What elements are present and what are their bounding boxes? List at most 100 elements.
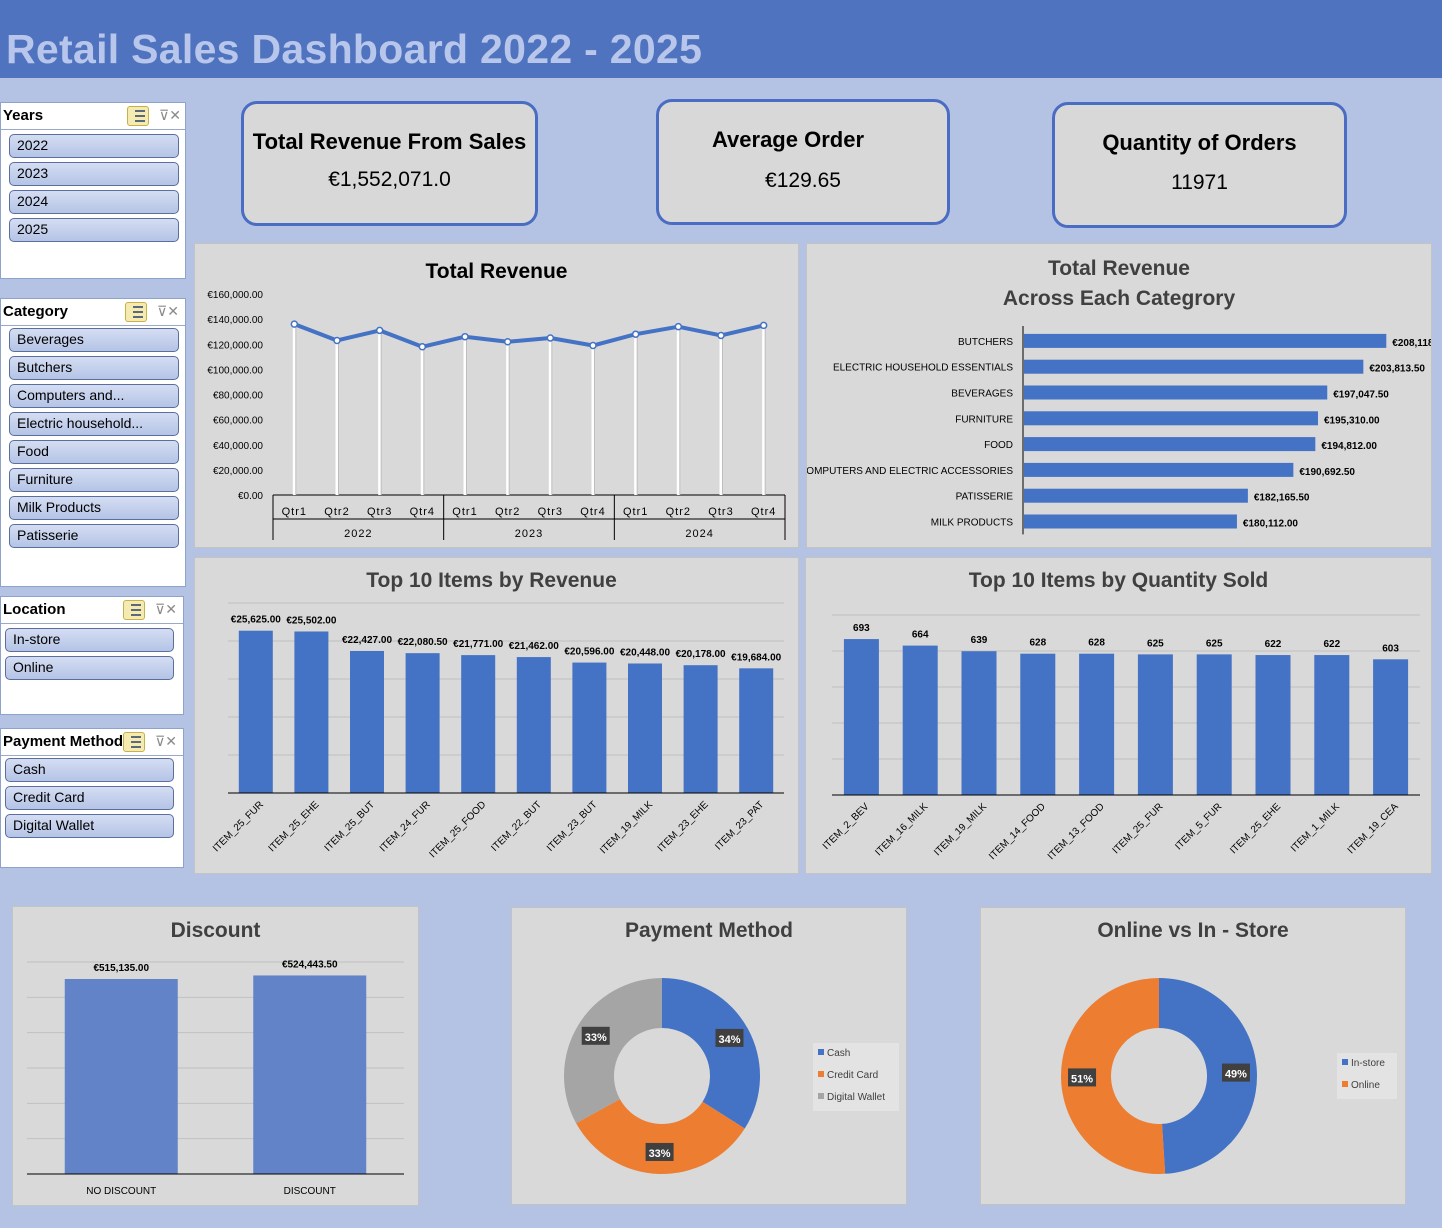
slicer-years-title: Years: [3, 107, 44, 124]
bar-item-25-fur: [238, 630, 273, 793]
data-point: [631, 330, 640, 338]
data-label: 603: [1382, 643, 1399, 654]
data-label: €180,112.00: [1243, 519, 1298, 530]
slicer-category-item[interactable]: Patisserie: [9, 524, 179, 548]
y-tick-label: €120,000.00: [207, 340, 263, 351]
multi-select-icon[interactable]: [127, 106, 149, 126]
dashboard-header: Retail Sales Dashboard 2022 - 2025: [0, 0, 1442, 78]
data-label: €190,692.50: [1299, 467, 1355, 478]
category-label: ITEM_23_PAT: [713, 799, 766, 852]
multi-select-icon[interactable]: [123, 732, 145, 752]
panel-top10-quantity: Top 10 Items by Quantity Sold 693 ITEM_2_…: [805, 557, 1432, 874]
bar-item-2-bev: [843, 639, 879, 795]
bar-beverages: [1024, 385, 1328, 400]
data-label: €524,443.50: [282, 959, 338, 970]
data-label: €21,462.00: [509, 641, 559, 652]
slicer-payment-item[interactable]: Credit Card: [5, 786, 174, 810]
slicer-payment-item[interactable]: Digital Wallet: [5, 814, 174, 838]
kpi-revenue-value: €1,552,071.0: [328, 168, 451, 191]
x-tick-label: Qtr2: [324, 506, 349, 518]
data-label: 625: [1206, 638, 1223, 649]
bar-item-25-but: [350, 650, 384, 793]
bar-item-1-milk: [1314, 655, 1350, 795]
y-tick-label: €20,000.00: [213, 466, 263, 477]
bar-item-14-food: [1020, 653, 1056, 795]
category-label: ITEM_1_MILK: [1289, 801, 1342, 854]
category-label: ITEM_19_MILK: [598, 799, 655, 856]
clear-filter-icon[interactable]: ⊽✕: [159, 107, 181, 124]
category-label: BUTCHERS: [958, 337, 1013, 348]
slicer-category-item[interactable]: Computers and...: [9, 384, 179, 408]
category-label: BEVERAGES: [951, 389, 1013, 400]
slicer-location-item[interactable]: Online: [5, 656, 174, 680]
x-tick-label: Qtr1: [282, 506, 307, 518]
kpi-quantity-orders: Quantity of Orders 11971: [1052, 102, 1347, 228]
category-label: ITEM_23_BUT: [545, 799, 600, 854]
legend-label: Credit Card: [827, 1070, 878, 1081]
clear-filter-icon[interactable]: ⊽✕: [157, 303, 179, 320]
data-label: 628: [1029, 638, 1046, 649]
legend-label: In-store: [1351, 1058, 1385, 1069]
multi-select-icon[interactable]: [125, 302, 147, 322]
slicer-category-item[interactable]: Food: [9, 440, 179, 464]
bar-item-24-fur: [405, 653, 440, 793]
bar-electric-household-essentials: [1024, 359, 1364, 374]
slicer-category-item[interactable]: Butchers: [9, 356, 179, 380]
bar-butchers: [1024, 333, 1387, 348]
kpi-qty-label: Quantity of Orders: [1102, 130, 1297, 155]
data-label: €195,310.00: [1324, 415, 1380, 426]
y-tick-label: €100,000.00: [207, 365, 263, 376]
data-label: 628: [1088, 638, 1105, 649]
data-point: [717, 331, 725, 340]
clear-filter-icon[interactable]: ⊽✕: [155, 733, 177, 750]
category-label: ITEM_19_MILK: [932, 801, 989, 858]
panel-discount: Discount €515,135.00 NO DISCOUNT €524,443.…: [12, 906, 419, 1206]
bar-item-19-milk: [961, 651, 997, 795]
slicer-years-item[interactable]: 2022: [9, 134, 179, 158]
dashboard-title: Retail Sales Dashboard 2022 - 2025: [6, 26, 703, 72]
data-label: €25,502.00: [286, 615, 336, 626]
bar-item-13-food: [1079, 653, 1115, 795]
bar-furniture: [1024, 411, 1318, 426]
multi-select-icon[interactable]: [123, 600, 145, 620]
category-label: ITEM_25_EHE: [1228, 801, 1283, 856]
bar-item-5-fur: [1196, 654, 1232, 795]
slicer-category-item[interactable]: Beverages: [9, 328, 179, 352]
data-point: [546, 334, 555, 342]
slicer-payment-item[interactable]: Cash: [5, 758, 174, 782]
category-revenue-bar-chart: BUTCHERS €208,118.00 ELECTRIC HOUSEHOLD ES…: [807, 326, 1431, 535]
slicer-category-item[interactable]: Furniture: [9, 468, 179, 492]
slicer-category-item[interactable]: Milk Products: [9, 496, 179, 520]
data-label: €20,448.00: [620, 647, 670, 658]
bar-no-discount: [64, 978, 178, 1174]
slicer-years-item[interactable]: 2023: [9, 162, 179, 186]
data-point: [461, 332, 469, 341]
data-point: [333, 336, 341, 345]
clear-filter-icon[interactable]: ⊽✕: [155, 601, 177, 618]
bar-item-23-ehe: [683, 665, 718, 793]
x-tick-label: Qtr3: [708, 506, 733, 518]
data-label: €208,118.00: [1392, 338, 1431, 349]
data-label: €22,427.00: [342, 635, 392, 646]
panel-top10-revenue: Top 10 Items by Revenue €25,625.00 ITEM_2…: [194, 557, 799, 874]
slicer-years-item[interactable]: 2025: [9, 218, 179, 242]
x-tick-label: Qtr2: [495, 506, 520, 518]
x-tick-label: Qtr4: [410, 506, 435, 518]
data-label: €182,165.50: [1254, 493, 1310, 504]
data-label: 622: [1323, 639, 1340, 650]
data-label: 622: [1265, 639, 1282, 650]
kpi-average-order: Average Order €129.65: [656, 99, 950, 225]
slice-cash: [662, 978, 760, 1129]
category-label: ITEM_24_FUR: [378, 799, 433, 854]
data-label: 664: [912, 630, 929, 641]
slicer-years-item[interactable]: 2024: [9, 190, 179, 214]
panel-total-revenue: Total Revenue €0.00 €20,000.00 €40,000.00 €…: [194, 243, 799, 548]
y-tick-label: €60,000.00: [213, 416, 263, 427]
slicer-location: Location ⊽✕ In-store Online: [0, 596, 184, 715]
legend-label: Digital Wallet: [827, 1092, 885, 1103]
slicer-location-item[interactable]: In-store: [5, 628, 174, 652]
slicer-category-title: Category: [3, 303, 69, 320]
slicer-category-item[interactable]: Electric household...: [9, 412, 179, 436]
top10-revenue-bar-chart: €25,625.00 ITEM_25_FUR €25,502.00 ITEM_25_E…: [211, 602, 784, 860]
x-tick-label: Qtr2: [666, 506, 691, 518]
